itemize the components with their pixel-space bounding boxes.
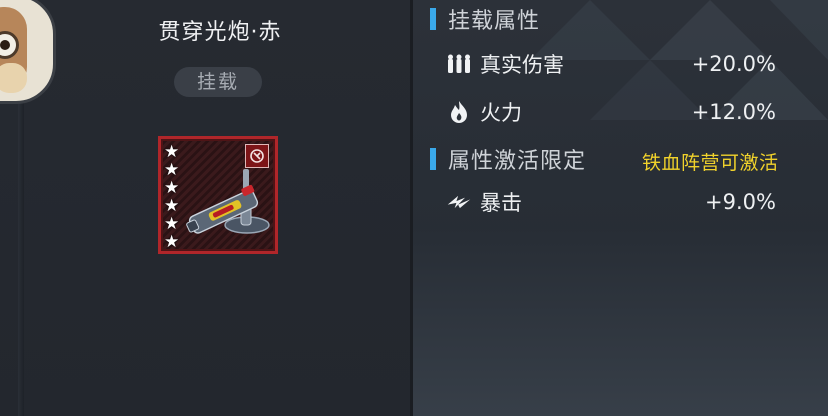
stat-value: +12.0% bbox=[691, 100, 776, 124]
item-name: 贯穿光炮·赤 bbox=[158, 20, 282, 45]
stat-label: 真实伤害 bbox=[480, 53, 564, 77]
star-icon: ★ bbox=[164, 214, 180, 234]
bullets-icon bbox=[446, 51, 472, 77]
owl-eye bbox=[0, 31, 19, 59]
stat-label: 火力 bbox=[480, 101, 522, 125]
stat-row-firepower: 火力 +12.0% bbox=[446, 96, 776, 128]
activation-condition-note: 铁血阵营可激活 bbox=[642, 152, 779, 174]
star-icon: ★ bbox=[164, 196, 180, 216]
attribute-panel: 挂载属性 真实伤害 +20.0% 火力 +12.0% 属性激活限定 铁血阵营可激… bbox=[410, 0, 828, 416]
flame-icon bbox=[446, 99, 472, 125]
item-card[interactable]: ★ ★ ★ ★ ★ ★ bbox=[158, 136, 278, 254]
star-rating: ★ ★ ★ ★ ★ ★ bbox=[164, 143, 179, 251]
star-icon: ★ bbox=[164, 160, 180, 180]
stat-value: +9.0% bbox=[705, 190, 776, 214]
stat-row-crit: 暴击 +9.0% bbox=[446, 186, 776, 218]
section-accent-bar bbox=[430, 8, 436, 30]
activation-limit-label: 属性激活限定 bbox=[448, 149, 587, 174]
star-icon: ★ bbox=[164, 232, 180, 252]
activation-limit-title: 属性激活限定 bbox=[430, 143, 586, 175]
star-icon: ★ bbox=[164, 178, 180, 198]
stat-row-true-damage: 真实伤害 +20.0% bbox=[446, 48, 776, 80]
mount-tag: 挂载 bbox=[174, 67, 262, 97]
section-accent-bar bbox=[430, 148, 436, 170]
cannon-icon bbox=[186, 169, 270, 234]
mount-attributes-label: 挂载属性 bbox=[448, 9, 541, 34]
stat-value: +20.0% bbox=[691, 52, 776, 76]
mount-attributes-title: 挂载属性 bbox=[430, 3, 540, 35]
item-detail-panel: 贯穿光炮·赤 挂载 ★ ★ ★ ★ ★ ★ bbox=[0, 0, 410, 416]
owl-avatar[interactable] bbox=[0, 0, 56, 104]
owl-icon bbox=[0, 7, 27, 93]
star-icon: ★ bbox=[164, 142, 180, 162]
crit-icon bbox=[446, 189, 472, 215]
stat-label: 暴击 bbox=[480, 191, 522, 215]
